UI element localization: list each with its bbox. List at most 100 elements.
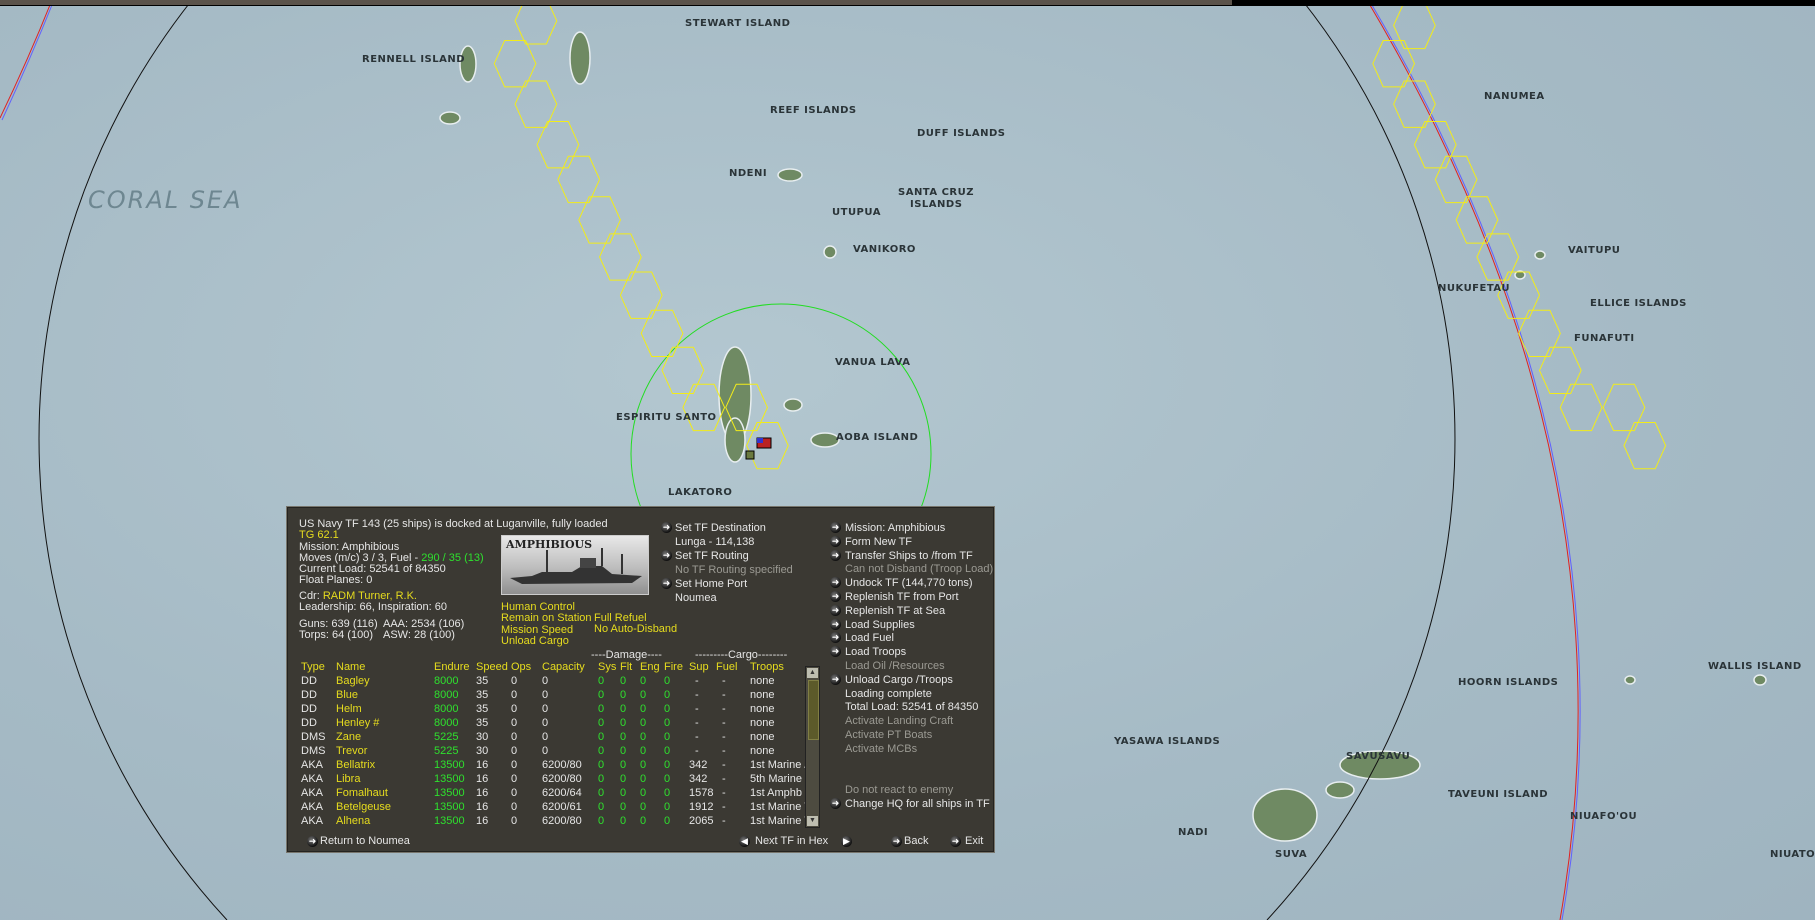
cell-name[interactable]: Trevor	[336, 744, 367, 758]
cell-sys: 0	[598, 675, 605, 687]
status-unload-cargo[interactable]: Unload Cargo	[501, 635, 592, 647]
place-label: LAKATORO	[668, 487, 733, 498]
action-load-supplies[interactable]: Load Supplies	[845, 618, 915, 632]
arrow-right-icon[interactable]: ➜	[950, 836, 961, 847]
cell-troops: 1st Marine T	[750, 801, 811, 813]
back-button[interactable]: Back	[904, 835, 928, 847]
arrow-right-icon[interactable]: ➜	[661, 550, 672, 561]
col-header-sup[interactable]: Sup	[689, 660, 709, 674]
action-replenish-tf-at-sea[interactable]: Replenish TF at Sea	[845, 604, 945, 618]
cell-name[interactable]: Alhena	[336, 814, 370, 828]
cell-name[interactable]: Helm	[336, 702, 362, 716]
arrow-right-icon[interactable]: ➜	[830, 604, 841, 616]
cell-ops: 0	[511, 717, 518, 729]
scroll-up-icon[interactable]: ▲	[807, 668, 818, 678]
aaa: AAA: 2534 (106)	[383, 618, 465, 630]
route-hex	[1434, 155, 1478, 204]
cell-name[interactable]: Bellatrix	[336, 758, 375, 772]
arrow-right-icon[interactable]: ➜	[830, 591, 841, 602]
action-load-troops[interactable]: Load Troops	[845, 645, 906, 659]
arrow-right-icon[interactable]: ➜	[830, 798, 841, 809]
cell-sup: 342	[689, 773, 708, 785]
col-header-ops[interactable]: Ops	[511, 660, 531, 674]
us-flag-canton	[757, 438, 763, 443]
cell-name[interactable]: Henley #	[336, 716, 379, 730]
cdr-name[interactable]: RADM Turner, R.K.	[323, 590, 417, 602]
col-header-name[interactable]: Name	[336, 660, 365, 674]
scroll-down-icon[interactable]: ▼	[807, 816, 818, 826]
action-set-home-port[interactable]: Set Home Port	[675, 577, 747, 591]
action-transfer-ships-to-from-tf[interactable]: Transfer Ships to /from TF	[845, 549, 973, 563]
status-remain-on-station[interactable]: Remain on Station	[501, 612, 592, 624]
cell-troops: 1st Marine T	[750, 815, 811, 827]
island	[777, 168, 803, 182]
arrow-right-icon[interactable]: ➜	[830, 673, 841, 685]
action-set-tf-destination[interactable]: Set TF Destination	[675, 521, 766, 535]
cell-capacity: 0	[542, 689, 549, 701]
cell-capacity: 0	[542, 675, 549, 687]
cell-endure: 8000	[434, 703, 459, 715]
place-label: AOBA ISLAND	[836, 432, 919, 443]
arrow-right-icon[interactable]: ➜	[830, 535, 841, 547]
cell-name[interactable]: Libra	[336, 772, 360, 786]
exit-button[interactable]: Exit	[965, 835, 983, 847]
status-auto-disband[interactable]: No Auto-Disband	[594, 623, 677, 635]
cell-name[interactable]: Zane	[336, 730, 361, 744]
arrow-right-icon[interactable]: ➜	[830, 646, 841, 658]
arrow-right-icon[interactable]: ➜	[830, 577, 841, 589]
col-header-speed[interactable]: Speed	[476, 660, 508, 674]
cell-name[interactable]: Betelgeuse	[336, 800, 391, 814]
col-header-eng[interactable]: Eng	[640, 660, 660, 674]
action-replenish-tf-from-port[interactable]: Replenish TF from Port	[845, 590, 959, 604]
action-mission-amphibious[interactable]: Mission: Amphibious	[845, 521, 945, 535]
action-load-fuel[interactable]: Load Fuel	[845, 631, 894, 645]
col-header-troops[interactable]: Troops	[750, 660, 784, 674]
arrow-right-icon[interactable]: ➜	[661, 578, 672, 589]
route-hex	[599, 233, 642, 281]
leadership: Leadership: 66, Inspiration: 60	[299, 601, 447, 614]
place-label: NIUAFO'OU	[1570, 811, 1638, 822]
route-hex	[493, 40, 537, 88]
scroll-thumb[interactable]	[808, 680, 819, 740]
cell-flt: 0	[620, 759, 627, 771]
next-tf-label[interactable]: Next TF in Hex	[755, 835, 828, 847]
cell-name[interactable]: Bagley	[336, 674, 370, 688]
ship-list-scrollbar[interactable]: ▲ ▼	[805, 666, 820, 828]
action-set-tf-routing[interactable]: Set TF Routing	[675, 549, 749, 563]
cell-ops: 0	[511, 745, 518, 757]
cell-sys: 0	[598, 689, 605, 701]
col-header-type[interactable]: Type	[301, 660, 325, 674]
arrow-right-icon[interactable]: ➜	[830, 632, 841, 644]
cell-name[interactable]: Blue	[336, 688, 358, 702]
action-form-new-tf[interactable]: Form New TF	[845, 535, 912, 549]
cell-fuel: -	[722, 717, 726, 729]
cell-capacity: 0	[542, 703, 549, 715]
action-undock-tf-144-770-tons[interactable]: Undock TF (144,770 tons)	[845, 576, 973, 590]
route-hex	[1393, 80, 1436, 128]
col-header-capacity[interactable]: Capacity	[542, 660, 585, 674]
arrow-right-icon[interactable]: ➜	[830, 549, 841, 561]
arrow-right-icon[interactable]: ➜	[830, 618, 841, 630]
arrow-right-icon[interactable]: ➜	[307, 836, 318, 847]
col-header-flt[interactable]: Flt	[620, 660, 632, 674]
cell-name[interactable]: Fomalhaut	[336, 786, 388, 800]
col-header-fire[interactable]: Fire	[664, 660, 683, 674]
col-header-endure[interactable]: Endure	[434, 660, 469, 674]
cell-eng: 0	[640, 801, 647, 813]
sea-label: CORAL SEA	[88, 186, 243, 214]
info-activate-landing-craft: Activate Landing Craft	[845, 715, 954, 728]
arrow-right-icon[interactable]: ➜	[661, 522, 672, 533]
return-home-button[interactable]: Return to Noumea	[320, 835, 410, 847]
cell-ops: 0	[511, 801, 518, 813]
cell-troops: 1st Amphb T	[750, 787, 812, 799]
col-header-sys[interactable]: Sys	[598, 660, 616, 674]
cell-troops: none	[750, 703, 775, 715]
island	[724, 417, 746, 463]
action-change-hq-for-all-ships-in-tf[interactable]: Change HQ for all ships in TF	[845, 797, 990, 811]
next-tf-icon[interactable]: ▶	[841, 836, 852, 847]
action-unload-cargo-troops[interactable]: Unload Cargo /Troops	[845, 673, 953, 687]
arrow-right-icon[interactable]: ➜	[891, 836, 902, 847]
arrow-right-icon[interactable]: ➜	[830, 522, 841, 533]
col-header-fuel[interactable]: Fuel	[716, 660, 737, 674]
prev-tf-icon[interactable]: ◀	[739, 836, 750, 847]
